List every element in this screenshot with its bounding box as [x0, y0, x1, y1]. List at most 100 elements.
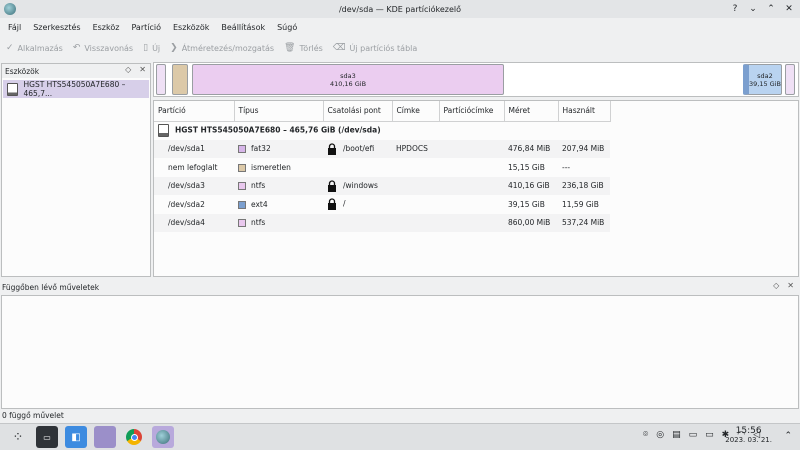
hard-drive-icon — [7, 82, 18, 96]
menu-partition[interactable]: Partíció — [125, 23, 167, 32]
table-row[interactable]: /dev/sda2 ext4 / 39,15 GiB 11,59 GiB — [154, 195, 610, 214]
close-icon[interactable]: ✕ — [782, 2, 796, 16]
type-swatch — [238, 163, 246, 172]
table-row[interactable]: HGST HTS545050A7E680 – 465,76 GiB (/dev/… — [154, 121, 610, 140]
partition-manager-task-icon[interactable] — [152, 426, 174, 448]
help-icon[interactable]: ? — [728, 2, 742, 16]
col-used[interactable]: Használt — [558, 101, 611, 122]
cell-mount: /windows — [323, 176, 392, 195]
panel-close-icon[interactable]: ✕ — [787, 281, 794, 290]
segment-sda2-name: sda2 — [757, 71, 773, 80]
new-partition-button[interactable]: ▯ Új — [143, 43, 160, 53]
cell-size: 860,00 MiB — [504, 213, 558, 232]
cell-part-label — [439, 139, 504, 158]
cell-used: 207,94 MiB — [558, 139, 610, 158]
lock-icon — [328, 143, 336, 155]
cell-label — [392, 158, 439, 177]
storage-icon[interactable]: ▭ — [689, 430, 698, 440]
hard-drive-icon — [158, 124, 169, 137]
pending-panel-title: Függőben lévő műveletek — [2, 282, 100, 292]
panel-close-icon[interactable]: ✕ — [139, 65, 146, 74]
col-label[interactable]: Címke — [392, 101, 440, 122]
store-icon[interactable]: ◧ — [65, 426, 87, 448]
cell-type: fat32 — [234, 139, 323, 158]
cell-mount: / — [323, 195, 392, 214]
menu-settings[interactable]: Beállítások — [215, 23, 271, 32]
taskbar: ⁘ ▭ ◧ ⌾ ◎ ▤ ▭ ▭ ✱ ◠ ◁ 15:56 2023. 03. 21… — [0, 423, 800, 450]
menu-tools[interactable]: Eszközök — [167, 23, 215, 32]
chrome-icon[interactable] — [123, 426, 145, 448]
check-icon: ✓ — [6, 43, 14, 53]
type-swatch — [238, 200, 246, 209]
device-item[interactable]: HGST HTS545050A7E680 – 465,7... — [3, 80, 149, 98]
battery-icon[interactable]: ▭ — [705, 430, 714, 440]
segment-sda2[interactable]: sda2 39,15 GiB — [743, 64, 782, 95]
title-bar: /dev/sda — KDE partíciókezelő ? ⌄ ⌃ ✕ — [0, 0, 800, 18]
cell-type: ismeretlen — [234, 158, 323, 177]
cell-used: --- — [562, 162, 571, 172]
table-row[interactable]: /dev/sda4 ntfs 860,00 MiB 537,24 MiB — [154, 213, 610, 232]
connect-icon[interactable]: ⌾ — [643, 430, 648, 440]
table-row[interactable]: /dev/sda1 fat32 /boot/efi HPDOCS 476,84 … — [154, 139, 610, 158]
delete-button[interactable]: 🗑 Törlés — [284, 43, 323, 53]
devices-panel: Eszközök ◇ ✕ HGST HTS545050A7E680 – 465,… — [1, 63, 151, 277]
float-icon[interactable]: ◇ — [773, 281, 779, 290]
app-launcher-icon[interactable]: ⁘ — [7, 426, 29, 448]
cell-used: 537,24 MiB — [558, 213, 610, 232]
menu-device[interactable]: Eszköz — [87, 23, 126, 32]
resize-move-button[interactable]: ❯ Átméretezés/mozgatás — [170, 43, 274, 53]
cell-used: 236,18 GiB — [558, 176, 610, 195]
cell-part-label — [439, 176, 504, 195]
segment-sda3-name: sda3 — [340, 71, 356, 80]
menu-edit[interactable]: Szerkesztés — [27, 23, 86, 32]
segment-sda1[interactable] — [156, 64, 166, 95]
file-manager-icon[interactable] — [94, 426, 116, 448]
cell-mount — [323, 213, 392, 232]
table-row[interactable]: nem lefoglalt ismeretlen 15,15 GiB --- — [154, 158, 610, 177]
col-size[interactable]: Méret — [504, 101, 559, 122]
clear-icon: ⌫ — [332, 43, 346, 53]
float-icon[interactable]: ◇ — [125, 65, 131, 74]
cell-part-label — [439, 213, 504, 232]
terminal-icon[interactable]: ▭ — [36, 426, 58, 448]
devices-panel-title: Eszközök — [5, 66, 40, 76]
apply-button[interactable]: ✓ Alkalmazás — [6, 43, 63, 53]
chevron-up-icon[interactable]: ⌃ — [784, 431, 792, 441]
audio-icon[interactable]: ◎ — [656, 430, 664, 440]
cell-type: ntfs — [234, 176, 323, 195]
type-swatch — [238, 182, 246, 191]
col-type[interactable]: Típus — [234, 101, 324, 122]
clock[interactable]: 15:56 2023. 03. 21. — [725, 426, 772, 445]
cell-partition: /dev/sda3 — [154, 176, 234, 195]
segment-sda2-size: 39,15 GiB — [749, 79, 781, 88]
undo-button[interactable]: ↶ Visszavonás — [73, 43, 133, 53]
cell-size: 476,84 MiB — [504, 139, 558, 158]
segment-sda3[interactable]: sda3 410,16 GiB — [192, 64, 504, 95]
col-partition[interactable]: Partíció — [154, 101, 235, 122]
new-partition-table-button[interactable]: ⌫ Új partíciós tábla — [333, 43, 417, 53]
col-partition-label[interactable]: Partíciócímke — [439, 101, 505, 122]
maximize-icon[interactable]: ⌃ — [764, 2, 778, 16]
menu-file[interactable]: Fájl — [2, 23, 27, 32]
segment-unallocated[interactable] — [172, 64, 188, 95]
cell-mount — [323, 158, 392, 177]
menu-help[interactable]: Súgó — [271, 23, 303, 32]
new-document-icon: ▯ — [143, 43, 149, 53]
table-row[interactable]: /dev/sda3 ntfs /windows 410,16 GiB 236,1… — [154, 176, 610, 195]
minimize-icon[interactable]: ⌄ — [746, 2, 760, 16]
partition-table: Partíció Típus Csatolási pont Címke Part… — [154, 101, 611, 232]
cell-size: 15,15 GiB — [508, 162, 545, 172]
cell-mount: /boot/efi — [323, 139, 392, 158]
lock-icon — [328, 198, 336, 211]
lock-icon — [328, 180, 336, 192]
arrow-right-icon: ❯ — [170, 43, 178, 53]
cell-part-label — [439, 195, 504, 214]
cell-size: 410,16 GiB — [504, 176, 558, 195]
segment-sda4[interactable] — [785, 64, 795, 95]
col-mountpoint[interactable]: Csatolási pont — [323, 101, 393, 122]
partition-table-panel: Partíció Típus Csatolási pont Címke Part… — [153, 100, 799, 277]
cell-partition: nem lefoglalt — [168, 162, 218, 172]
app-icon — [4, 3, 16, 15]
cell-part-label — [439, 158, 504, 177]
clipboard-icon[interactable]: ▤ — [672, 430, 681, 440]
